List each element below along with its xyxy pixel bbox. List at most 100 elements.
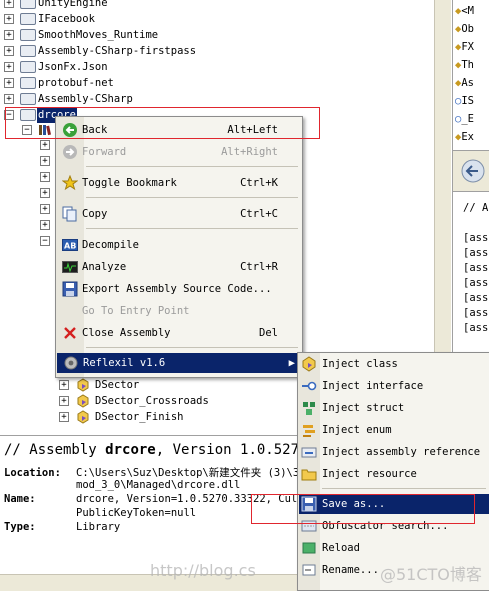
expand-icon[interactable]: + (4, 46, 14, 56)
assembly-header: // Assembly drcore, Version 1.0.5270 (4, 442, 307, 458)
list-item-label: Th (461, 59, 474, 71)
expand-icon[interactable]: + (40, 220, 50, 230)
tree-item[interactable]: + DSector_Crossroads (0, 393, 300, 409)
menu-item-decompile[interactable]: AB Decompile (56, 235, 302, 255)
menu-item-label: Reflexil v1.6 (83, 357, 166, 369)
expand-icon[interactable]: + (59, 396, 69, 406)
tree-item[interactable]: + DSector_Finish (0, 409, 300, 425)
assembly-icon (20, 109, 36, 121)
menu-item-toggle-bookmark[interactable]: Toggle Bookmark Ctrl+K (56, 173, 302, 193)
menu-item-reflexil[interactable]: Reflexil v1.6 ▶ (57, 353, 301, 373)
expand-icon[interactable]: + (4, 14, 14, 24)
decompile-icon: AB (62, 239, 78, 251)
menu-item-label: Save as... (322, 498, 386, 510)
menu-item-save-as[interactable]: Save as... (299, 494, 489, 514)
menu-item-shortcut: Ctrl+K (240, 177, 278, 189)
code-line: // A (463, 202, 489, 214)
tree-item[interactable]: + protobuf-net (0, 75, 430, 91)
list-item[interactable]: ◆As (455, 74, 474, 92)
menu-item-inject-struct[interactable]: Inject struct (298, 398, 489, 418)
menu-item-obfuscator-search[interactable]: Obfuscator search... (298, 516, 489, 536)
list-item-label: <M (461, 5, 474, 17)
tree-item[interactable]: + SmoothMoves_Runtime (0, 27, 430, 43)
tree-item-label: UnityEngine (38, 0, 108, 9)
list-item[interactable]: ◆Ob (455, 20, 474, 38)
menu-item-back[interactable]: Back Alt+Left (56, 120, 302, 140)
code-line: [ass (463, 277, 489, 289)
tree-item-label: SmoothMoves_Runtime (38, 29, 159, 41)
menu-separator (86, 347, 298, 348)
menu-item-label: Inject assembly reference (322, 446, 481, 458)
list-item-label: Ex (461, 131, 474, 143)
expand-icon[interactable]: + (4, 78, 14, 88)
tree-item[interactable]: + UnityEngine (0, 0, 430, 11)
collapse-icon[interactable]: − (40, 236, 50, 246)
menu-separator (86, 197, 298, 198)
list-item[interactable]: ○_E (455, 110, 474, 128)
menu-item-label: Forward (82, 146, 127, 158)
list-item[interactable]: ◆<M (455, 2, 474, 20)
header-prefix: // Assembly (4, 442, 106, 458)
expand-icon[interactable]: + (4, 30, 14, 40)
menu-item-go-to-entry-point[interactable]: Go To Entry Point (56, 301, 302, 321)
list-item[interactable]: ◆Ex (455, 128, 474, 146)
code-line: [ass (463, 262, 489, 274)
menu-item-label: Inject interface (322, 380, 424, 392)
expand-icon[interactable]: + (40, 156, 50, 166)
obfuscator-icon (301, 520, 317, 532)
tree-item-label: DSector_Finish (95, 411, 184, 423)
collapse-icon[interactable]: − (4, 110, 14, 120)
tree-item[interactable]: + DSector (0, 377, 300, 393)
class-icon (76, 410, 89, 424)
code-line: [ass (463, 232, 489, 244)
context-menu: Back Alt+Left Forward Alt+Right Toggle B… (55, 116, 303, 378)
tree-item[interactable]: + JsonFx.Json (0, 59, 430, 75)
svg-text:AB: AB (64, 242, 76, 251)
menu-item-inject-enum[interactable]: Inject enum (298, 420, 489, 440)
back-arrow-icon[interactable] (461, 159, 485, 183)
member-list[interactable]: ◆<M ◆Ob ◆FX ◆Th ◆As ○IS ○_E ◆Ex (455, 2, 488, 144)
menu-item-inject-resource[interactable]: Inject resource (298, 464, 489, 484)
assembly-icon (20, 13, 36, 25)
menu-item-export-source[interactable]: Export Assembly Source Code... (56, 279, 302, 299)
tree-item[interactable]: + Assembly-CSharp-firstpass (0, 43, 430, 59)
tree-item[interactable]: + Assembly-CSharp (0, 91, 430, 107)
expand-icon[interactable]: + (40, 172, 50, 182)
expand-icon[interactable]: + (40, 204, 50, 214)
menu-item-forward[interactable]: Forward Alt+Right (56, 142, 302, 162)
code-line: [ass (463, 307, 489, 319)
menu-item-label: Inject resource (322, 468, 417, 480)
expand-icon[interactable]: + (4, 94, 14, 104)
expand-icon[interactable]: + (40, 188, 50, 198)
menu-item-label: Inject enum (322, 424, 392, 436)
analyze-icon (62, 261, 78, 273)
location-row: Location: C:\Users\Suz\Desktop\新建文件夹 (3)\… (4, 465, 299, 480)
menu-separator (86, 228, 298, 229)
expand-icon[interactable]: + (4, 62, 14, 72)
menu-item-label: Toggle Bookmark (82, 177, 177, 189)
expand-icon[interactable]: + (59, 412, 69, 422)
list-item[interactable]: ○IS (455, 92, 474, 110)
submenu-arrow-icon: ▶ (288, 357, 295, 369)
list-item[interactable]: ◆Th (455, 56, 474, 74)
list-item-label: FX (461, 41, 474, 53)
menu-item-label: Inject struct (322, 402, 405, 414)
tree-item-label: Assembly-CSharp (38, 93, 133, 105)
collapse-icon[interactable]: − (22, 125, 32, 135)
expand-icon[interactable]: + (59, 380, 69, 390)
menu-item-label: Obfuscator search... (322, 520, 449, 532)
menu-item-inject-interface[interactable]: Inject interface (298, 376, 489, 396)
expand-icon[interactable]: + (40, 140, 50, 150)
menu-item-analyze[interactable]: Analyze Ctrl+R (56, 257, 302, 277)
list-item[interactable]: ◆FX (455, 38, 474, 56)
menu-item-close-assembly[interactable]: Close Assembly Del (56, 323, 302, 343)
code-line: [ass (463, 322, 489, 334)
menu-item-inject-class[interactable]: Inject class (298, 354, 489, 374)
assembly-icon (20, 29, 36, 41)
menu-item-reload[interactable]: Reload (298, 538, 489, 558)
tree-item[interactable]: + IFacebook (0, 11, 430, 27)
expand-icon[interactable]: + (4, 0, 14, 8)
tree-item[interactable]: − (0, 122, 60, 138)
menu-item-copy[interactable]: Copy Ctrl+C (56, 204, 302, 224)
menu-item-inject-assembly-reference[interactable]: Inject assembly reference (298, 442, 489, 462)
